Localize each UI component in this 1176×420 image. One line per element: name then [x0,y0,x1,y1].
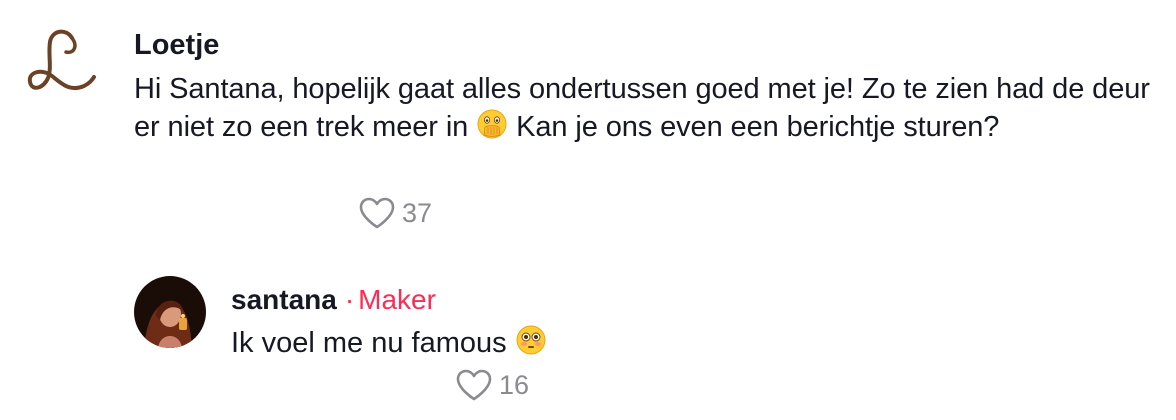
maker-badge: Maker [358,284,436,315]
reply-text-content: Ik voel me nu famous [231,327,515,359]
script-l-logo-icon [27,29,96,91]
comment-thread: Loetje Hi Santana, hopelijk gaat alles o… [0,0,1176,420]
flushed-face-emoji-icon [515,324,547,366]
hand-over-mouth-emoji-icon [476,108,508,150]
heart-icon[interactable] [358,196,396,230]
like-count: 16 [499,369,530,400]
reply-text: Ik voel me nu famous [231,324,547,366]
profile-photo-icon [134,276,206,348]
reply-comment: santana · Maker Ik voel me nu famous 16 [0,260,1176,420]
avatar[interactable] [134,276,206,348]
like-count: 37 [402,197,433,228]
reply-like: 16 [455,368,529,402]
separator-dot: · [344,284,355,315]
reply-name-line: santana · Maker [231,282,436,318]
comment: Loetje Hi Santana, hopelijk gaat alles o… [0,0,1176,250]
comment-username[interactable]: Loetje [134,27,219,63]
reply-username[interactable]: santana [231,284,337,315]
heart-icon[interactable] [455,368,493,402]
comment-text: Hi Santana, hopelijk gaat alles ondertus… [134,70,1159,150]
comment-like: 37 [358,196,432,230]
avatar[interactable] [22,22,98,100]
comment-text-part2: Kan je ons even een berichtje sturen? [508,111,1000,143]
